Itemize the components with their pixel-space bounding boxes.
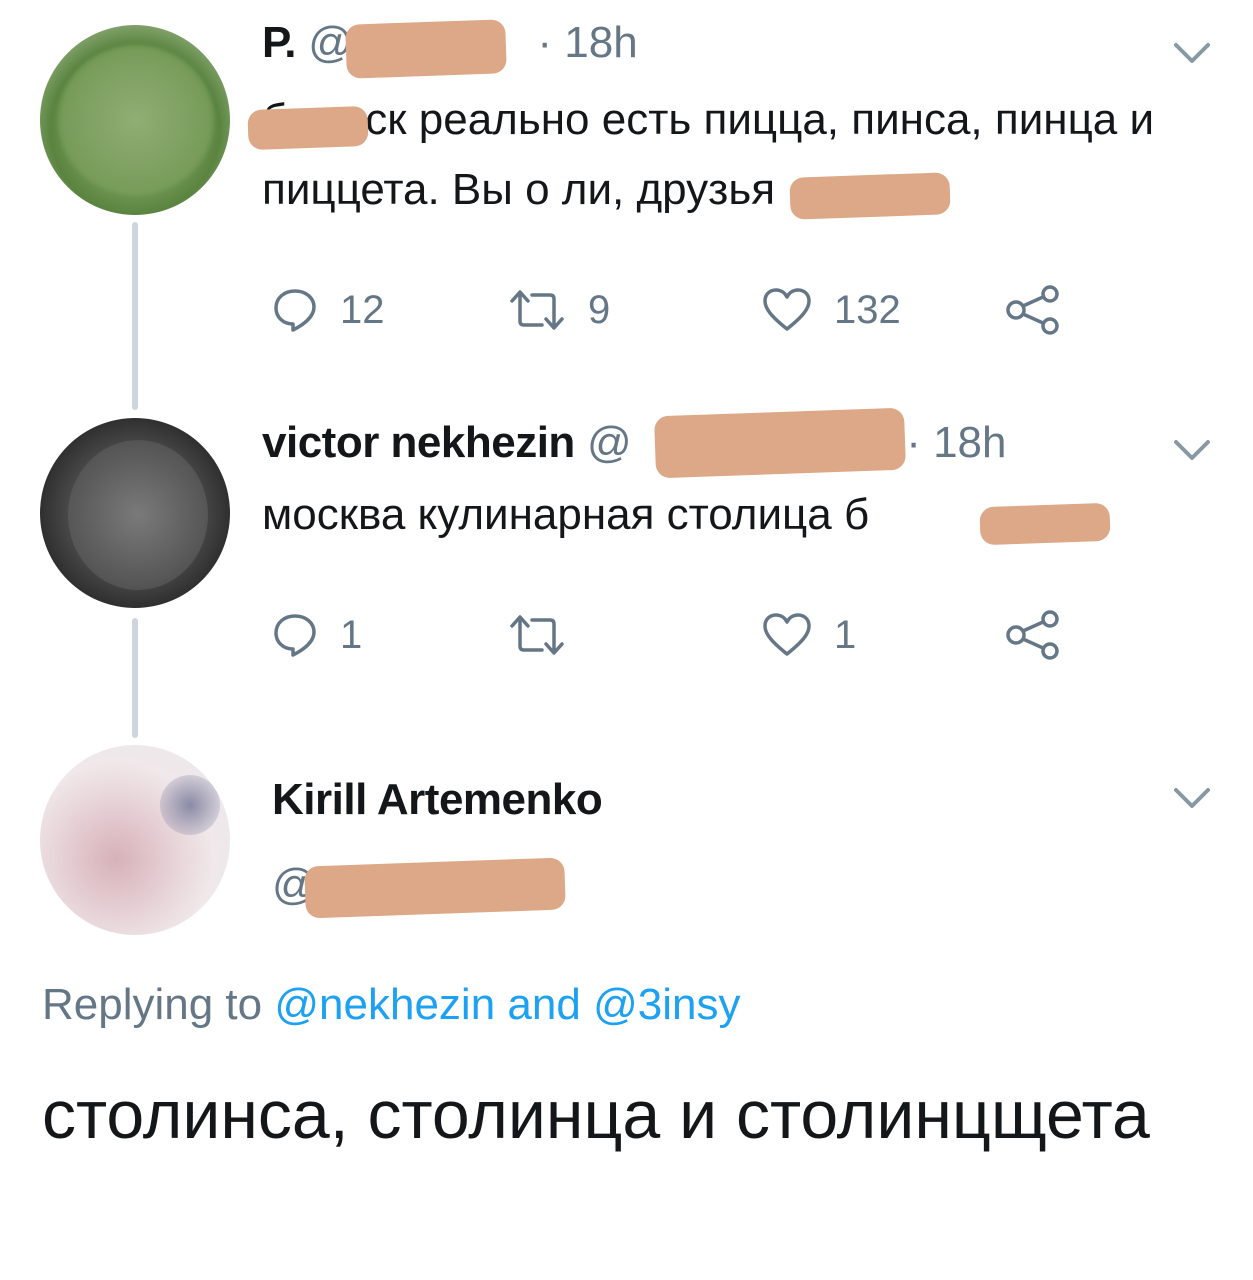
- retweet-icon: [510, 615, 564, 655]
- share-icon: [1006, 610, 1059, 660]
- retweet-button[interactable]: [508, 610, 588, 660]
- redaction: [653, 407, 907, 479]
- redaction: [304, 857, 566, 919]
- display-name[interactable]: victor nekhezin: [262, 418, 575, 467]
- like-count: 1: [834, 612, 857, 657]
- display-name[interactable]: Kirill Artemenko: [272, 775, 603, 824]
- reply-count: 12: [340, 287, 385, 332]
- redaction: [979, 502, 1111, 546]
- thread-connector: [132, 618, 138, 738]
- reply-icon: [274, 289, 316, 332]
- avatar[interactable]: [40, 25, 230, 215]
- share-button[interactable]: [1004, 285, 1062, 335]
- heart-icon: [763, 288, 811, 331]
- like-count: 132: [834, 287, 901, 332]
- chevron-down-icon[interactable]: [1172, 785, 1212, 811]
- reply-icon: [274, 614, 316, 657]
- reply-user-link[interactable]: @3insy: [593, 980, 740, 1029]
- tweet-text: б в мск реально есть пицца, пинса, пинца…: [262, 95, 1155, 214]
- chevron-down-icon[interactable]: [1172, 437, 1212, 463]
- thread-connector: [132, 222, 138, 410]
- separator: ·: [906, 418, 921, 467]
- redaction: [789, 172, 951, 220]
- retweet-count: 9: [588, 287, 611, 332]
- timestamp[interactable]: 18h: [933, 418, 1006, 467]
- chevron-down-icon[interactable]: [1172, 40, 1212, 66]
- redaction: [345, 19, 507, 79]
- reply-button[interactable]: 12: [272, 285, 385, 335]
- reply-count: 1: [340, 612, 363, 657]
- tweet-actions: 1 1: [272, 610, 1072, 660]
- like-button[interactable]: 1: [762, 610, 856, 660]
- tweet-thread: Р. @ · 18h б в мск реально есть пицца, п…: [0, 0, 1253, 1280]
- display-name[interactable]: Р.: [262, 18, 296, 67]
- retweet-icon: [510, 290, 564, 330]
- reply-user-link[interactable]: @nekhezin: [274, 980, 495, 1029]
- tweet-header: Kirill Artemenko: [272, 775, 603, 825]
- retweet-button[interactable]: 9: [508, 285, 610, 335]
- handle[interactable]: @: [587, 418, 632, 467]
- share-icon: [1006, 285, 1059, 335]
- avatar[interactable]: [40, 745, 230, 935]
- timestamp[interactable]: 18h: [564, 18, 637, 67]
- avatar[interactable]: [40, 418, 230, 608]
- reply-and: and: [507, 980, 581, 1029]
- replying-prefix: Replying to: [42, 980, 263, 1029]
- replying-to: Replying to @nekhezin and @3insy: [42, 980, 740, 1030]
- main-tweet-text: столинса, столинца и столинцщета: [42, 1077, 1150, 1153]
- reply-button[interactable]: 1: [272, 610, 362, 660]
- tweet-actions: 12 9 132: [272, 285, 1072, 335]
- like-button[interactable]: 132: [762, 285, 901, 335]
- heart-icon: [763, 613, 811, 656]
- separator: ·: [537, 18, 553, 67]
- redaction: [247, 105, 369, 151]
- share-button[interactable]: [1004, 610, 1062, 660]
